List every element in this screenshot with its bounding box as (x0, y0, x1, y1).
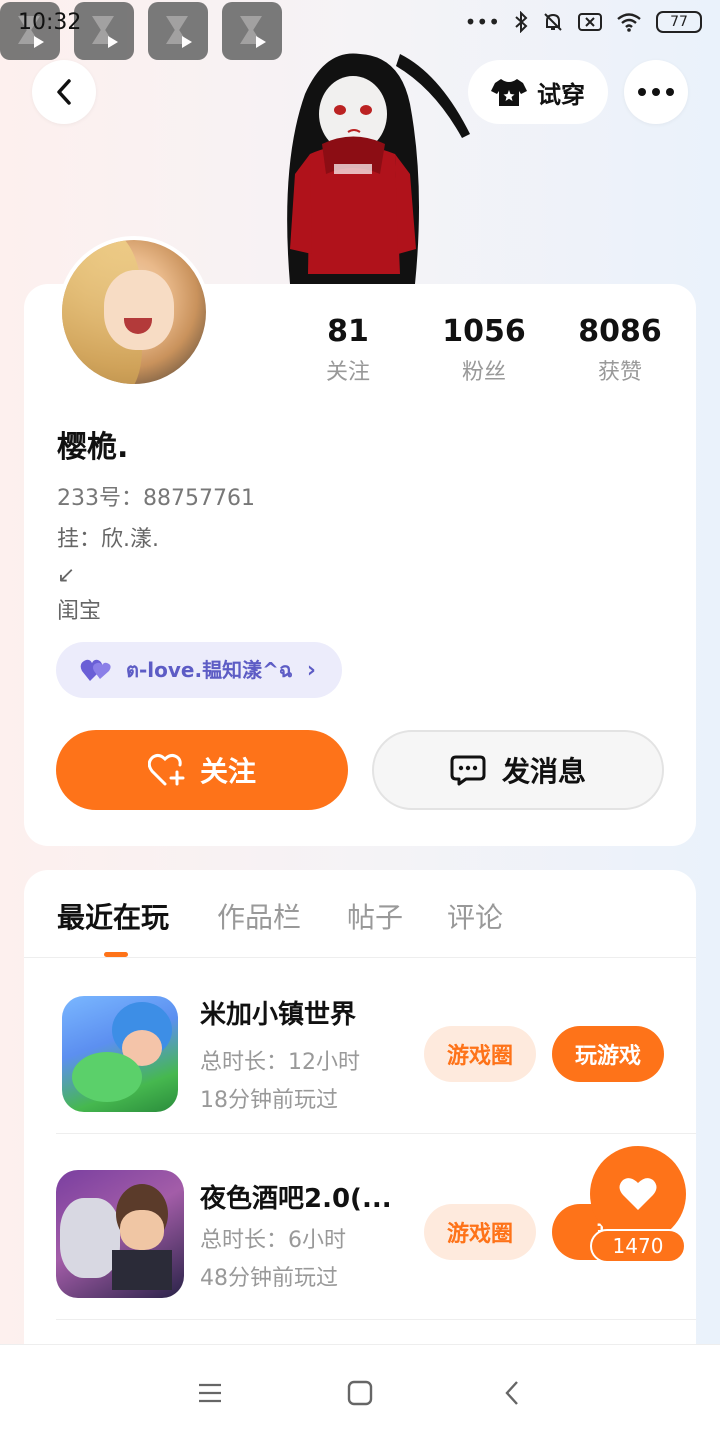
notification-app-icon (148, 2, 208, 60)
tab-works[interactable]: 作品栏 (217, 896, 301, 936)
message-button[interactable]: 发消息 (372, 730, 664, 810)
active-tab-indicator (104, 952, 128, 957)
tab-comments[interactable]: 评论 (447, 896, 503, 936)
heart-plus-icon (147, 753, 185, 786)
chat-bubble-icon (450, 755, 486, 786)
stat-fans-label: 粉丝 (461, 360, 506, 385)
relationship-tag-label: ต-love.韫知漾^ฉ (126, 658, 293, 682)
back-button[interactable] (32, 60, 96, 124)
more-dots-icon: ••• (464, 10, 500, 34)
notification-app-icon (74, 2, 134, 60)
game-duration: 总时长：6小时 (200, 1228, 346, 1253)
user-id: 233号：88757761 (57, 486, 255, 511)
more-dots-icon (638, 88, 674, 96)
play-game-button[interactable]: 玩游戏 (552, 1026, 664, 1082)
character-avatar[interactable] (250, 44, 480, 284)
profile-stats: 81 关注 1056 粉丝 8086 获赞 (280, 314, 688, 386)
profile-avatar[interactable] (58, 236, 210, 388)
game-name: 米加小镇世界 (200, 1000, 357, 1030)
follow-label: 关注 (199, 755, 256, 788)
username: 樱桅. (57, 430, 129, 465)
try-on-button[interactable]: 试穿 (468, 60, 608, 124)
heart-icon (619, 1178, 657, 1210)
stat-likes-value: 8086 (578, 314, 662, 349)
wifi-icon (617, 13, 641, 32)
game-duration: 总时长：12小时 (200, 1050, 360, 1075)
double-heart-icon (80, 659, 111, 681)
back-arrow-icon (57, 79, 71, 105)
system-nav-bar (0, 1344, 720, 1440)
tab-recently-played[interactable]: 最近在玩 (57, 896, 169, 936)
game-last-played: 18分钟前玩过 (200, 1088, 338, 1113)
tab-posts[interactable]: 帖子 (347, 896, 403, 936)
chevron-right-icon: › (306, 657, 316, 683)
status-indicators: ••• 77 (465, 10, 702, 34)
stat-following-value: 81 (327, 314, 369, 349)
stat-likes-label: 获赞 (597, 360, 642, 385)
tshirt-icon (491, 79, 527, 106)
menu-button[interactable] (190, 1375, 230, 1411)
game-icon[interactable] (62, 996, 178, 1112)
relationship-tag[interactable]: ต-love.韫知漾^ฉ › (56, 642, 342, 698)
floating-like-button[interactable] (590, 1146, 686, 1242)
stat-following[interactable]: 81 关注 (280, 314, 416, 386)
game-icon[interactable] (56, 1170, 184, 1298)
battery-indicator: 77 (656, 11, 702, 33)
bluetooth-icon (515, 11, 528, 33)
stat-following-label: 关注 (325, 360, 370, 385)
content-card: 最近在玩 作品栏 帖子 评论 米加小镇世界 总时长：12小时 18分钟前玩过 游… (24, 870, 696, 1350)
stat-fans-value: 1056 (442, 314, 526, 349)
game-last-played: 48分钟前玩过 (200, 1266, 338, 1291)
follow-button[interactable]: 关注 (56, 730, 348, 810)
stat-likes[interactable]: 8086 获赞 (552, 314, 688, 386)
user-bio: 挂：欣.漾. ↙ 闺宝 (57, 527, 159, 624)
menu-icon (199, 1383, 221, 1403)
mute-bell-icon (544, 13, 562, 31)
message-label: 发消息 (501, 755, 586, 788)
home-square-icon (347, 1380, 373, 1406)
like-count: 1470 (590, 1229, 686, 1263)
game-name: 夜色酒吧2.0(... (200, 1184, 392, 1214)
game-circle-button[interactable]: 游戏圈 (424, 1204, 536, 1260)
tab-bar: 最近在玩 作品栏 帖子 评论 (24, 870, 696, 958)
system-back-button[interactable] (492, 1375, 532, 1411)
try-on-label: 试穿 (537, 80, 585, 109)
status-time: 10:32 (18, 10, 82, 35)
status-bar: 10:32 ••• 77 (0, 0, 720, 60)
home-button[interactable] (340, 1375, 380, 1411)
stat-fans[interactable]: 1056 粉丝 (416, 314, 552, 386)
game-circle-button[interactable]: 游戏圈 (424, 1026, 536, 1082)
more-options-button[interactable] (624, 60, 688, 124)
sim-off-icon (578, 13, 602, 31)
game-row[interactable]: 米加小镇世界 总时长：12小时 18分钟前玩过 游戏圈 玩游戏 (56, 958, 696, 1134)
back-chevron-icon (505, 1381, 518, 1405)
